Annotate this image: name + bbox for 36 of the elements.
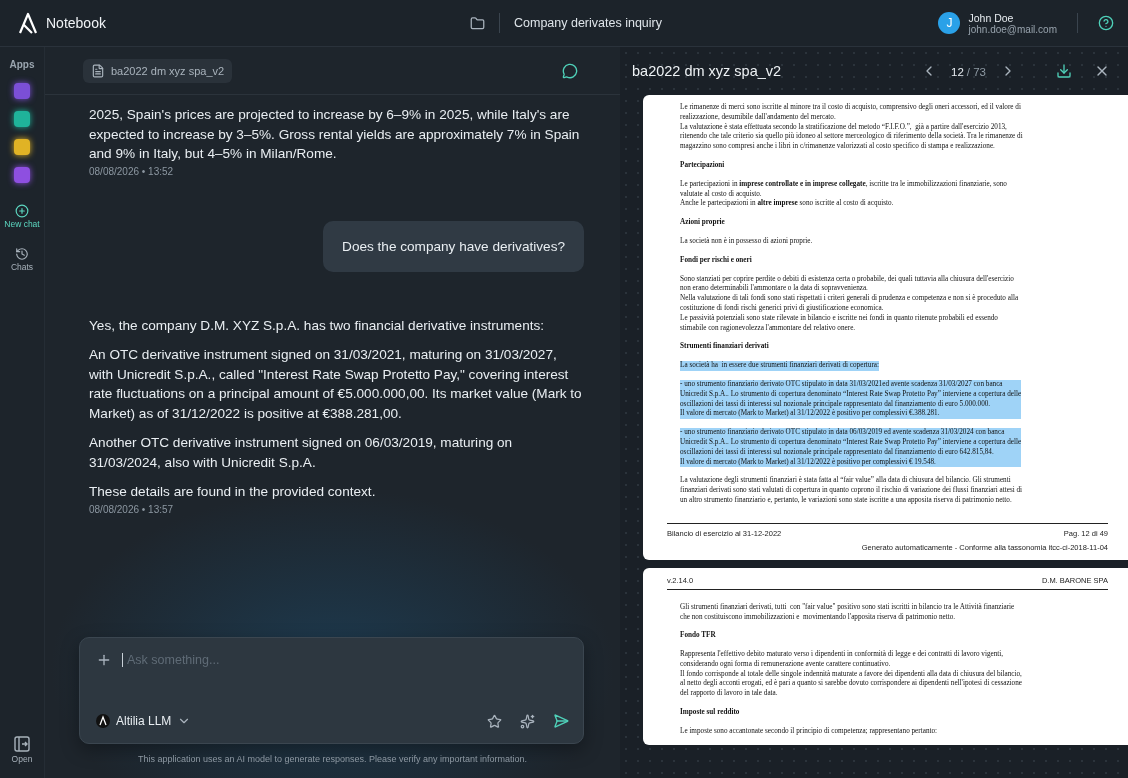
model-logo-icon xyxy=(96,714,110,728)
plus-circle-icon xyxy=(15,204,29,218)
message-time: 08/08/2026 • 13:52 xyxy=(89,165,175,177)
user-message: Does the company have derivatives? xyxy=(323,220,584,272)
chat-share-icon[interactable] xyxy=(562,62,578,79)
send-icon[interactable] xyxy=(553,713,569,729)
document-title: ba2022 dm xyz spa_v2 xyxy=(632,63,783,79)
new-chat-button[interactable]: New chat xyxy=(2,204,42,229)
current-page: 12 xyxy=(951,66,964,78)
app-title: Notebook xyxy=(46,15,106,31)
document-icon xyxy=(91,63,105,78)
chats-button[interactable]: Chats xyxy=(2,246,42,272)
user-name: John Doe xyxy=(968,11,1015,24)
disclaimer-text: This application uses an AI model to generate responses. Please verify any important information. xyxy=(136,753,529,766)
assistant-message: Yes, the company D.M. XYZ S.p.A. has two financial derivative instruments: xyxy=(89,316,546,335)
assistant-message: An OTC derivative instrument signed on 31/03/2021, maturing on 31/03/2027, with Unicredit S.p.A., called "Interest Rate Swap Protetto Pay," covering interest rate fluctuations on a principal amount of €5.000.000,00. Its market value (Mark to Market) as of 31/12/2022 is positive at €388.281,00. xyxy=(89,346,583,423)
message-time: 08/08/2026 • 13:57 xyxy=(89,503,175,515)
chat-title: Company derivates inquiry xyxy=(514,16,662,30)
add-icon[interactable] xyxy=(96,652,112,668)
assistant-message: These details are found in the provided context. xyxy=(89,483,377,501)
user-email: john.doe@mail.com xyxy=(968,23,1057,35)
document-chip[interactable]: ba2022 dm xyz spa_v2 xyxy=(83,58,233,83)
assistant-message: 2025, Spain's prices are projected to increase by 6–9% in 2025, while Italy's are expected to increase by 3–5%. Gross rental yields are approximately 7% in Spain and 9% in Italy, but 4–5% in Milan/Rome. xyxy=(89,106,581,163)
star-icon[interactable] xyxy=(487,713,502,729)
logo-icon xyxy=(18,12,38,34)
panel-open-icon xyxy=(13,735,31,754)
open-button[interactable]: Open xyxy=(2,735,42,764)
help-icon[interactable] xyxy=(1098,15,1114,31)
folder-icon[interactable] xyxy=(470,15,485,31)
apps-label: Apps xyxy=(9,59,35,70)
assistant-message: Another OTC derivative instrument signed on 06/03/2019, maturing on 31/03/2024, also with Unicredit S.p.A. xyxy=(89,434,514,472)
page-total: / 73 xyxy=(966,66,986,78)
history-icon xyxy=(15,246,29,261)
download-icon[interactable] xyxy=(1056,63,1072,79)
model-selector[interactable]: Altilia LLM xyxy=(96,714,192,728)
sparkle-icon[interactable] xyxy=(520,713,535,729)
